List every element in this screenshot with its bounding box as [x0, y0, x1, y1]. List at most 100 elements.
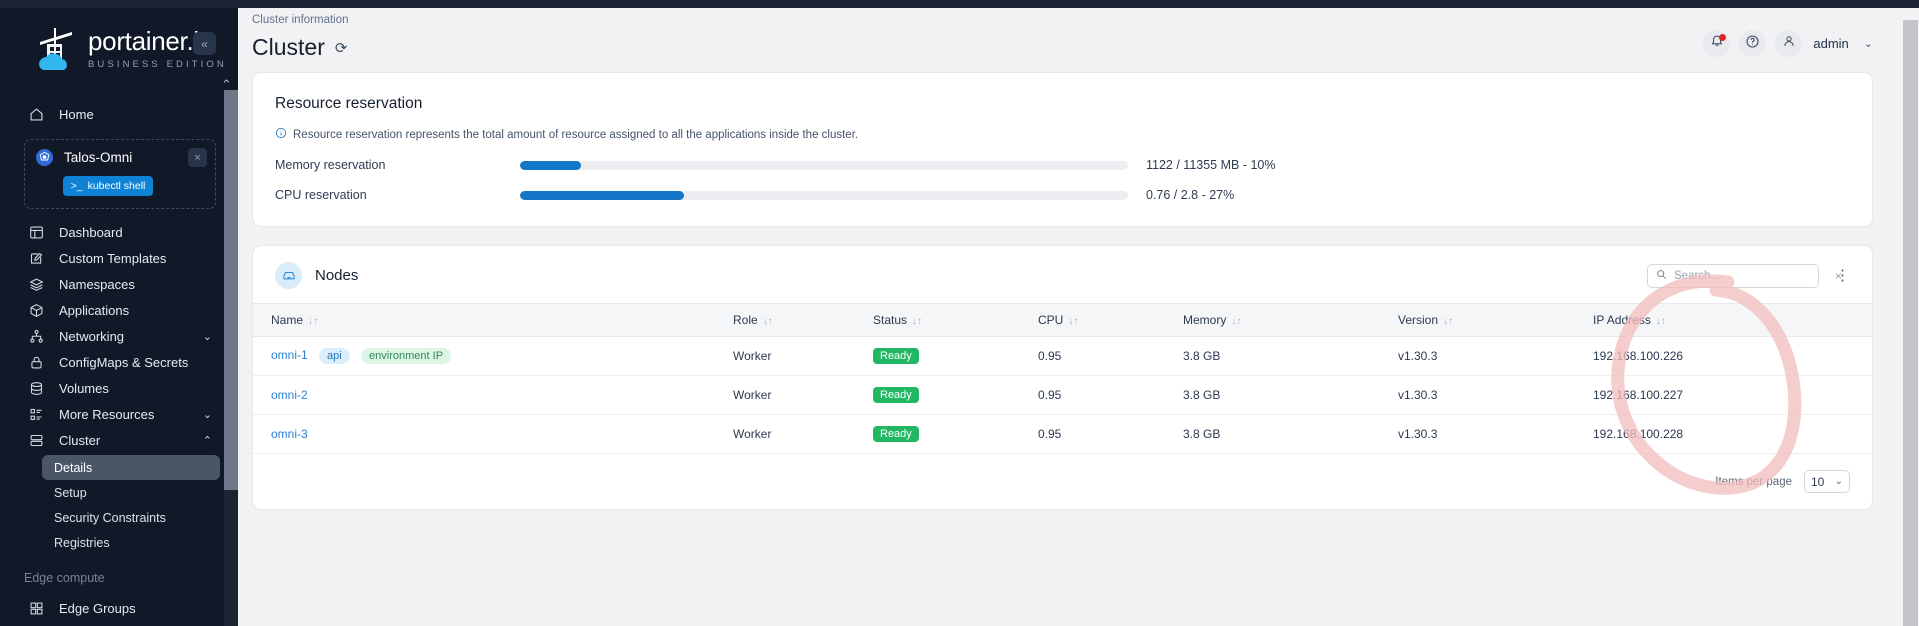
sidebar-item-cluster[interactable]: Cluster ⌃ [24, 427, 220, 453]
status-badge: Ready [873, 348, 919, 364]
notifications-button[interactable] [1703, 30, 1731, 57]
page-header-right: admin ⌄ [1703, 30, 1873, 57]
cell-version: v1.30.3 [1398, 336, 1593, 376]
user-name[interactable]: admin [1813, 36, 1848, 51]
sidebar-scroll-up-icon[interactable]: ⌃ [221, 78, 232, 91]
chevron-double-left-icon: « [201, 36, 208, 51]
nodes-title: Nodes [315, 267, 359, 284]
memory-reservation-label: Memory reservation [275, 158, 386, 172]
cpu-reservation-value: 0.76 / 2.8 - 27% [1146, 188, 1235, 202]
column-header-version[interactable]: Version ↓↑ [1398, 303, 1593, 337]
column-header-memory-label: Memory [1183, 313, 1227, 327]
cell-version: v1.30.3 [1398, 375, 1593, 415]
cell-status: Ready [873, 375, 1038, 415]
table-row[interactable]: omni-1 api environment IP Worker Ready 0… [253, 336, 1872, 376]
nodes-table-head: Name ↓↑ Role ↓↑ Status ↓↑ CPU ↓↑ Memory ↓↑ [253, 303, 1872, 337]
info-icon [275, 127, 287, 142]
notification-badge-dot [1719, 34, 1727, 41]
cpu-reservation-bar [520, 190, 1128, 200]
sidebar-scrollbar-thumb[interactable] [224, 90, 238, 490]
chevron-down-icon[interactable]: ⌄ [1864, 37, 1873, 50]
cell-role: Worker [733, 414, 873, 454]
table-options-kebab-icon[interactable]: ⋮ [1835, 268, 1850, 283]
column-header-memory[interactable]: Memory ↓↑ [1183, 303, 1398, 337]
sidebar-item-dashboard-label: Dashboard [59, 224, 123, 240]
sidebar-item-volumes[interactable]: Volumes [24, 375, 220, 401]
sidebar-item-security-constraints[interactable]: Security Constraints [42, 505, 220, 530]
user-icon [1782, 34, 1796, 53]
environment-selector[interactable]: Talos-Omni × >_ kubectl shell [24, 139, 216, 209]
sidebar-item-edge-groups-label: Edge Groups [59, 600, 136, 616]
sidebar-item-home-label: Home [59, 106, 94, 122]
terminal-icon: >_ [70, 180, 83, 192]
sidebar-item-applications[interactable]: Applications [24, 297, 220, 323]
environment-name: Talos-Omni [64, 150, 133, 165]
cell-memory: 3.8 GB [1183, 336, 1398, 376]
column-header-status-label: Status [873, 313, 908, 327]
status-badge: Ready [873, 426, 919, 442]
page-scrollbar-thumb[interactable] [1903, 20, 1918, 626]
node-link[interactable]: omni-1 [271, 348, 308, 362]
sidebar-item-home[interactable]: Home [24, 101, 220, 127]
sidebar-item-applications-label: Applications [59, 302, 130, 318]
column-header-ip-address-label: IP Address [1593, 313, 1651, 327]
column-header-cpu-label: CPU [1038, 313, 1064, 327]
kubectl-shell-button[interactable]: >_ kubectl shell [63, 176, 153, 196]
avatar[interactable] [1775, 30, 1803, 57]
refresh-icon[interactable]: ⟳ [335, 39, 348, 57]
sidebar-item-setup[interactable]: Setup [42, 480, 220, 505]
sidebar-item-registries[interactable]: Registries [42, 530, 220, 555]
breadcrumb[interactable]: Cluster information [252, 14, 349, 26]
sidebar-collapse-button[interactable]: « [193, 32, 216, 55]
sidebar-item-more-resources[interactable]: More Resources ⌄ [24, 401, 220, 427]
status-badge: Ready [873, 387, 919, 403]
table-row[interactable]: omni-3 Worker Ready 0.95 3.8 GB v1.30.3 … [253, 414, 1872, 454]
environment-close-icon[interactable]: × [188, 148, 207, 167]
server-box-icon [275, 262, 302, 289]
sidebar-item-networking[interactable]: Networking ⌄ [24, 323, 220, 349]
sidebar-item-networking-label: Networking [59, 328, 125, 344]
page-scrollbar[interactable]: ⌃ [1901, 0, 1919, 626]
sidebar-item-namespaces[interactable]: Namespaces [24, 271, 220, 297]
page-title-row: Cluster ⟳ [252, 34, 349, 61]
search-icon [1656, 269, 1667, 283]
box-icon [28, 302, 45, 319]
column-header-role[interactable]: Role ↓↑ [733, 303, 873, 337]
search-box[interactable]: × [1647, 263, 1842, 288]
help-button[interactable] [1739, 30, 1767, 57]
table-row[interactable]: omni-2 Worker Ready 0.95 3.8 GB v1.30.3 … [253, 375, 1872, 415]
sidebar-scrollbar[interactable] [224, 90, 238, 626]
search-input[interactable] [1674, 269, 1828, 282]
items-per-page-select[interactable]: 10 ⌄ [1804, 470, 1850, 493]
sidebar-item-edge-groups[interactable]: Edge Groups [24, 595, 220, 621]
items-per-page-label: Items per page [1715, 475, 1792, 488]
resource-reservation-note: Resource reservation represents the tota… [275, 127, 1846, 142]
nodes-table: Name ↓↑ Role ↓↑ Status ↓↑ CPU ↓↑ Memory ↓↑ [253, 303, 1872, 454]
sidebar-item-details[interactable]: Details [42, 455, 220, 480]
page-header-left: Cluster information Cluster ⟳ [252, 14, 349, 61]
node-link[interactable]: omni-2 [271, 388, 308, 402]
cell-cpu: 0.95 [1038, 414, 1183, 454]
sidebar-item-cluster-label: Cluster [59, 432, 101, 448]
cluster-subnav: Details Setup Security Constraints Regis… [0, 455, 238, 555]
sidebar-item-custom-templates-label: Custom Templates [59, 250, 167, 266]
column-header-name[interactable]: Name ↓↑ [253, 303, 733, 337]
kubernetes-icon [35, 148, 54, 167]
sidebar-item-dashboard[interactable]: Dashboard [24, 219, 220, 245]
column-header-ip-address[interactable]: IP Address ↓↑ [1593, 303, 1872, 337]
kubectl-shell-label: kubectl shell [87, 180, 146, 192]
badge-api: api [319, 348, 350, 364]
sort-icon: ↓↑ [1068, 316, 1079, 327]
sidebar: portainer.io BUSINESS EDITION « Home ⌃ T… [0, 0, 238, 626]
column-header-status[interactable]: Status ↓↑ [873, 303, 1038, 337]
sidebar-item-edge-stacks[interactable]: Edge Stacks [24, 621, 220, 626]
sidebar-item-custom-templates[interactable]: Custom Templates [24, 245, 220, 271]
cell-memory: 3.8 GB [1183, 375, 1398, 415]
sidebar-item-configmaps-secrets[interactable]: ConfigMaps & Secrets [24, 349, 220, 375]
node-link[interactable]: omni-3 [271, 427, 308, 441]
resource-reservation-card: Resource reservation Resource reservatio… [252, 72, 1873, 227]
table-header-row: Name ↓↑ Role ↓↑ Status ↓↑ CPU ↓↑ Memory ↓↑ [253, 303, 1872, 337]
question-circle-icon [1745, 34, 1760, 54]
column-header-cpu[interactable]: CPU ↓↑ [1038, 303, 1183, 337]
